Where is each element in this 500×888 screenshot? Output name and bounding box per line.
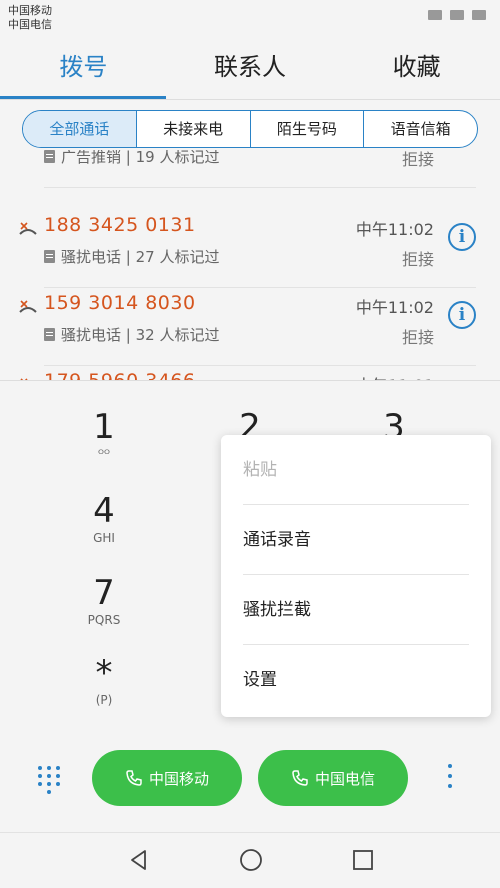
key-digit: 4 xyxy=(93,491,115,531)
info-icon[interactable]: i xyxy=(448,223,476,251)
call-meta: 骚扰电话 | 27 人标记过 xyxy=(44,246,219,267)
call-number: 179 5960 3466 xyxy=(44,370,196,380)
key-4[interactable]: 4 GHI xyxy=(44,491,164,545)
call-meta: 骚扰电话 | 32 人标记过 xyxy=(44,324,219,345)
dialpad-grid-icon[interactable] xyxy=(38,766,62,794)
call-log-row[interactable]: 广告推销 | 19 人标记过 拒接 i xyxy=(0,150,500,188)
battery-icon xyxy=(472,10,486,20)
nav-home-icon[interactable] xyxy=(238,847,264,873)
carrier-2-label: 中国电信 xyxy=(8,18,52,31)
status-icons xyxy=(428,10,486,20)
key-1[interactable]: 1 ᴼᴼ xyxy=(44,407,164,461)
tab-favorites[interactable]: 收藏 xyxy=(333,38,500,100)
call-time: 中午11:01 xyxy=(356,372,434,380)
missed-call-icon xyxy=(19,300,37,313)
call-action-text: 拒接 xyxy=(401,328,434,347)
key-letters: GHI xyxy=(93,531,115,545)
call-sim1-button[interactable]: 中国移动 xyxy=(92,750,242,806)
nav-back-icon[interactable] xyxy=(126,847,152,873)
voicemail-icon: ᴼᴼ xyxy=(98,447,110,461)
call-time: 中午11:02 xyxy=(355,298,434,317)
filter-unknown-numbers[interactable]: 陌生号码 xyxy=(251,111,365,147)
overflow-menu: 粘贴 通话录音 骚扰拦截 设置 xyxy=(221,435,491,717)
tag-icon xyxy=(44,328,55,341)
tag-icon xyxy=(44,250,55,263)
key-digit: 7 xyxy=(93,573,115,613)
key-digit: 1 xyxy=(93,407,115,447)
call-tag-text: 骚扰电话 | 27 人标记过 xyxy=(61,248,220,266)
menu-settings[interactable]: 设置 xyxy=(243,645,469,715)
menu-paste[interactable]: 粘贴 xyxy=(243,435,469,505)
call-filter: 全部通话 未接来电 陌生号码 语音信箱 xyxy=(22,110,478,148)
call-tag-text: 骚扰电话 | 32 人标记过 xyxy=(61,326,220,344)
status-bar: 中国移动 中国电信 xyxy=(0,0,500,38)
call-action-text: 拒接 xyxy=(401,250,434,269)
info-icon[interactable]: i xyxy=(448,301,476,329)
call-log-row[interactable]: 179 5960 3466 中午11:01 xyxy=(0,366,500,380)
call-time: 中午11:02 xyxy=(355,220,434,239)
menu-harassment-block[interactable]: 骚扰拦截 xyxy=(243,575,469,645)
call-tag-text: 广告推销 | 19 人标记过 xyxy=(61,150,220,166)
more-vertical-icon[interactable] xyxy=(446,764,454,792)
filter-missed-calls[interactable]: 未接来电 xyxy=(137,111,251,147)
call-sim2-button[interactable]: 中国电信 xyxy=(258,750,408,806)
key-7[interactable]: 7 PQRS xyxy=(44,573,164,627)
system-nav-bar xyxy=(0,832,500,888)
filter-all-calls[interactable]: 全部通话 xyxy=(23,111,137,147)
call-sim2-label: 中国电信 xyxy=(314,769,375,788)
phone-icon xyxy=(292,770,308,786)
call-action-text: 拒接 xyxy=(401,150,434,169)
tabs-divider xyxy=(0,99,500,100)
tab-contacts[interactable]: 联系人 xyxy=(167,38,334,100)
carrier-1-label: 中国移动 xyxy=(8,4,52,17)
tab-dialer[interactable]: 拨号 xyxy=(0,38,167,100)
nav-recent-icon[interactable] xyxy=(350,847,376,873)
wifi-icon xyxy=(450,10,464,20)
phone-icon xyxy=(126,770,142,786)
menu-call-recording[interactable]: 通话录音 xyxy=(243,505,469,575)
call-number: 159 3014 8030 xyxy=(44,292,196,314)
call-meta: 广告推销 | 19 人标记过 xyxy=(44,150,219,167)
tag-icon xyxy=(44,150,55,163)
call-number: 188 3425 0131 xyxy=(44,214,196,236)
signal-icon xyxy=(428,10,442,20)
call-sim1-label: 中国移动 xyxy=(148,769,209,788)
key-star[interactable]: * (P) xyxy=(44,653,164,707)
key-digit: * xyxy=(95,653,113,693)
top-tab-bar: 拨号 联系人 收藏 xyxy=(0,38,500,100)
call-log-row[interactable]: 188 3425 0131 骚扰电话 | 27 人标记过 中午11:02 拒接 … xyxy=(0,210,500,288)
key-letters: (P) xyxy=(95,693,113,707)
key-letters: PQRS xyxy=(87,613,121,627)
call-action-bar: 中国移动 中国电信 xyxy=(0,748,500,832)
missed-call-icon xyxy=(19,222,37,235)
call-log-row[interactable]: 159 3014 8030 骚扰电话 | 32 人标记过 中午11:02 拒接 … xyxy=(0,288,500,366)
call-log-list: 广告推销 | 19 人标记过 拒接 i 188 3425 0131 骚扰电话 |… xyxy=(0,150,500,380)
filter-voicemail[interactable]: 语音信箱 xyxy=(364,111,477,147)
row-divider xyxy=(44,187,476,188)
